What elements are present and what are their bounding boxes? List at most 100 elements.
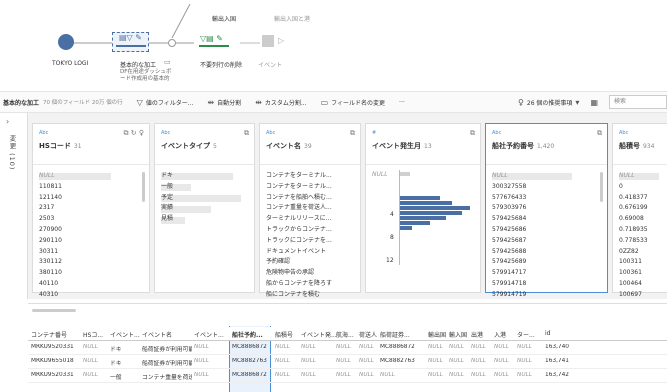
value-item[interactable]: 船からコンテナを降ろす: [266, 279, 356, 290]
table-cell[interactable]: MC8882763: [232, 358, 267, 364]
column-header[interactable]: イベント...: [110, 330, 140, 339]
table-cell[interactable]: NULL: [517, 372, 532, 378]
table-cell[interactable]: MC8882763: [380, 358, 415, 364]
table-cell[interactable]: NULL: [275, 372, 290, 378]
table-cell[interactable]: NULL: [194, 358, 209, 364]
value-item[interactable]: 100361: [619, 268, 648, 279]
table-cell[interactable]: NULL: [336, 372, 351, 378]
profile-card-event-type[interactable]: Abc ⧉ イベントタイプ 5 ドキ 一般 予定 実績 見積: [154, 123, 255, 293]
value-item[interactable]: 300327558: [492, 182, 526, 193]
table-cell[interactable]: NULL: [449, 372, 464, 378]
table-row[interactable]: MRKU9655018 NULL ドキ 船荷証券が利用可能 NULL MC888…: [28, 355, 667, 369]
value-item[interactable]: 8: [390, 234, 394, 241]
value-item[interactable]: NULL: [39, 171, 62, 182]
value-item[interactable]: NULL: [619, 171, 648, 182]
value-item[interactable]: コンテナ重量を荷送人...: [266, 203, 356, 214]
value-item[interactable]: 579425689: [492, 257, 526, 268]
table-cell[interactable]: 船荷証券が利用可能: [142, 358, 192, 367]
value-item[interactable]: 見積: [161, 214, 173, 225]
table-cell[interactable]: NULL: [194, 344, 209, 350]
table-cell[interactable]: NULL: [275, 358, 290, 364]
profile-card-hs-code[interactable]: Abc ⧉ ↻ ♀ HSコード 31 NULL 110811 121140 231…: [32, 123, 150, 298]
table-cell[interactable]: NULL: [471, 358, 486, 364]
value-item[interactable]: 予約確認: [266, 257, 356, 268]
column-header[interactable]: id: [545, 330, 550, 337]
value-item[interactable]: 一般: [161, 182, 173, 193]
rename-field-button[interactable]: ▭ フィールド名の変更: [321, 98, 385, 107]
value-item[interactable]: 2503: [39, 214, 62, 225]
table-cell[interactable]: ドキ: [110, 344, 122, 353]
column-header[interactable]: 出港: [471, 330, 483, 339]
value-item[interactable]: 0.676199: [619, 203, 648, 214]
horizontal-scrollbar[interactable]: [32, 309, 76, 312]
column-header[interactable]: 船荷証券...: [380, 330, 410, 339]
value-item[interactable]: 330112: [39, 257, 62, 268]
view-toggle-button[interactable]: ▦: [590, 98, 601, 107]
histogram-bar[interactable]: [400, 201, 452, 205]
card-actions-icon[interactable]: ⧉: [597, 129, 602, 138]
more-button[interactable]: ···: [399, 99, 405, 106]
table-cell[interactable]: NULL: [428, 344, 443, 350]
flow-node-event[interactable]: [262, 35, 274, 47]
table-cell[interactable]: NULL: [336, 344, 351, 350]
value-item[interactable]: コンテナを船舶へ積む...: [266, 193, 356, 204]
table-row[interactable]: MRKU9520331 NULL 一般 コンテナ重量を荷送人 NULL MC88…: [28, 369, 667, 383]
column-header[interactable]: 輸入国: [449, 330, 467, 339]
value-item[interactable]: 100464: [619, 279, 648, 290]
value-item[interactable]: 579914719: [492, 290, 526, 301]
filter-values-button[interactable]: ▽ 値のフィルター...: [137, 98, 194, 107]
profile-card-booking-number[interactable]: Abc ⧉ 船社予約番号 1,420 NULL 300327558 5776764…: [485, 123, 608, 298]
value-item[interactable]: トラックからコンテナ...: [266, 225, 356, 236]
table-cell[interactable]: 163,740: [545, 344, 569, 350]
value-item[interactable]: 40110: [39, 279, 62, 290]
table-cell[interactable]: NULL: [494, 372, 509, 378]
table-cell[interactable]: NULL: [359, 344, 374, 350]
scrollbar[interactable]: [142, 172, 145, 202]
value-item[interactable]: 0.69008: [619, 214, 648, 225]
table-cell[interactable]: NULL: [301, 344, 316, 350]
column-header[interactable]: 航海...: [336, 330, 354, 339]
table-cell[interactable]: NULL: [83, 344, 98, 350]
table-cell[interactable]: NULL: [517, 358, 532, 364]
table-cell[interactable]: コンテナ重量を荷送人: [142, 372, 192, 381]
histogram-bar[interactable]: [400, 221, 430, 225]
value-item[interactable]: 579425684: [492, 214, 526, 225]
table-cell[interactable]: MRKU9520331: [31, 372, 74, 378]
value-item[interactable]: 100697: [619, 290, 648, 301]
column-header[interactable]: ター...: [517, 330, 535, 339]
value-item[interactable]: 100311: [619, 257, 648, 268]
column-header[interactable]: 船積号: [275, 330, 293, 339]
table-cell[interactable]: NULL: [336, 358, 351, 364]
value-item[interactable]: 579303976: [492, 203, 526, 214]
table-cell[interactable]: NULL: [301, 358, 316, 364]
column-header[interactable]: イベント発...: [301, 330, 337, 339]
table-cell[interactable]: NULL: [494, 358, 509, 364]
histogram-bar[interactable]: [400, 211, 462, 215]
search-input[interactable]: 検索: [609, 95, 667, 109]
chevron-right-icon[interactable]: ›: [6, 117, 9, 126]
table-cell[interactable]: NULL: [449, 344, 464, 350]
histogram-bar[interactable]: [400, 226, 412, 230]
value-item[interactable]: 121140: [39, 193, 62, 204]
table-cell[interactable]: MRKU9520331: [31, 344, 74, 350]
value-item[interactable]: 579425686: [492, 225, 526, 236]
value-item[interactable]: 110811: [39, 182, 62, 193]
table-cell[interactable]: NULL: [428, 358, 443, 364]
table-cell[interactable]: 船荷証券が利用可能: [142, 344, 192, 353]
value-item[interactable]: ターミナルリリースに...: [266, 214, 356, 225]
value-item[interactable]: NULL: [492, 171, 526, 182]
table-cell[interactable]: MC8886872: [232, 372, 267, 378]
value-item[interactable]: 0.418377: [619, 193, 648, 204]
value-item[interactable]: 579425687: [492, 236, 526, 247]
flow-node-tokyo-logi[interactable]: [58, 34, 74, 50]
table-cell[interactable]: ドキ: [110, 358, 122, 367]
value-item[interactable]: 2317: [39, 203, 62, 214]
table-cell[interactable]: NULL: [517, 344, 532, 350]
column-header[interactable]: HSコ...: [83, 330, 103, 339]
table-row[interactable]: MRKU9520331 NULL ドキ 船荷証券が利用可能 NULL MC888…: [28, 341, 667, 355]
value-item[interactable]: 579914717: [492, 268, 526, 279]
value-item[interactable]: 577676433: [492, 193, 526, 204]
table-cell[interactable]: NULL: [275, 344, 290, 350]
recommendations-button[interactable]: ♀ 26 個の推奨事項 ▾: [518, 98, 582, 107]
card-actions-icon[interactable]: ⧉: [350, 129, 355, 138]
